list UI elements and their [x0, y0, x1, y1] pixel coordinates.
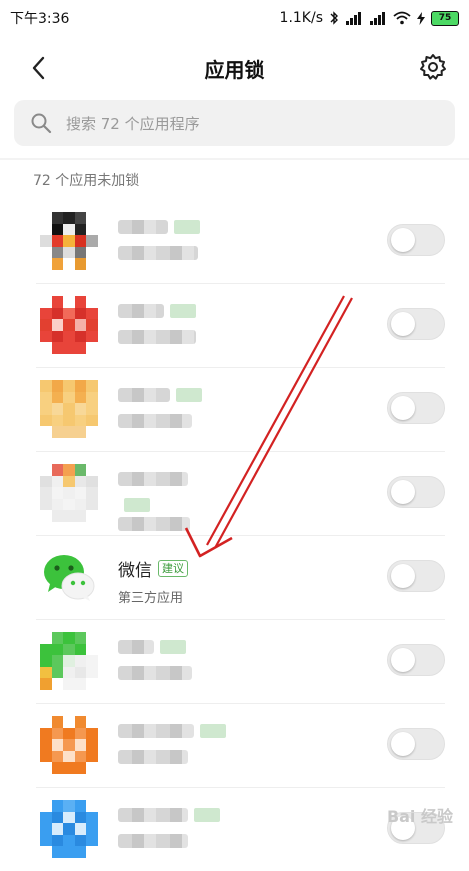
app-subtitle: 第三方应用 [118, 591, 184, 606]
list-item[interactable] [36, 619, 445, 703]
app-name-blurred [118, 388, 208, 436]
lock-toggle[interactable] [387, 308, 445, 340]
section-label: 72 个应用未加锁 [33, 173, 140, 189]
gear-icon[interactable] [419, 53, 447, 81]
wechat-name-area: 微信 建议 第三方应用 [118, 556, 188, 606]
section-divider [0, 158, 469, 160]
search-placeholder: 搜索 72 个应用程序 [66, 114, 200, 133]
wechat-icon [44, 555, 95, 601]
list-item[interactable] [36, 703, 445, 787]
lock-toggle[interactable] [387, 224, 445, 256]
app-icon-pixelated [40, 296, 98, 354]
app-icon-pixelated [40, 212, 98, 270]
status-time: 下午3:36 [10, 11, 70, 27]
lock-toggle[interactable] [387, 644, 445, 676]
status-bar: 下午3:36 1.1K/s 75 [0, 0, 469, 36]
app-name-blurred [118, 724, 228, 772]
app-name-blurred [118, 220, 208, 268]
app-name-blurred [118, 472, 218, 539]
lock-toggle[interactable] [387, 728, 445, 760]
app-name-blurred [118, 640, 208, 688]
app-name: 微信 [118, 561, 152, 581]
page-title: 应用锁 [204, 57, 265, 82]
wifi-icon [393, 11, 411, 25]
signal-icon-2 [370, 11, 385, 25]
charging-icon [417, 11, 425, 25]
search-input[interactable]: 搜索 72 个应用程序 [14, 100, 455, 146]
lock-toggle[interactable] [387, 476, 445, 508]
signal-icon [346, 11, 361, 25]
network-speed: 1.1K/s [279, 10, 323, 26]
status-indicators: 1.1K/s 75 [280, 10, 459, 26]
title-bar: 应用锁 [0, 36, 469, 100]
app-name-blurred [118, 304, 208, 352]
list-item-wechat[interactable]: 微信 建议 第三方应用 [36, 535, 445, 619]
list-item[interactable] [36, 451, 445, 535]
app-list: 微信 建议 第三方应用 [0, 200, 469, 871]
list-item[interactable] [36, 200, 445, 283]
watermark-logo: Bai 经验 [386, 807, 453, 826]
list-item[interactable] [36, 367, 445, 451]
app-icon-pixelated [40, 716, 98, 774]
list-item[interactable] [36, 787, 445, 871]
list-item[interactable] [36, 283, 445, 367]
app-icon-pixelated [40, 464, 98, 522]
app-icon-pixelated [40, 632, 98, 690]
app-icon-pixelated [40, 380, 98, 438]
back-arrow-icon[interactable] [26, 54, 54, 82]
battery-icon: 75 [431, 10, 459, 26]
recommend-badge: 建议 [158, 560, 188, 577]
app-icon-pixelated [40, 800, 98, 858]
app-name-blurred [118, 808, 228, 856]
bluetooth-icon [330, 11, 338, 25]
lock-toggle[interactable] [387, 392, 445, 424]
lock-toggle[interactable] [387, 560, 445, 592]
search-icon [31, 113, 52, 134]
